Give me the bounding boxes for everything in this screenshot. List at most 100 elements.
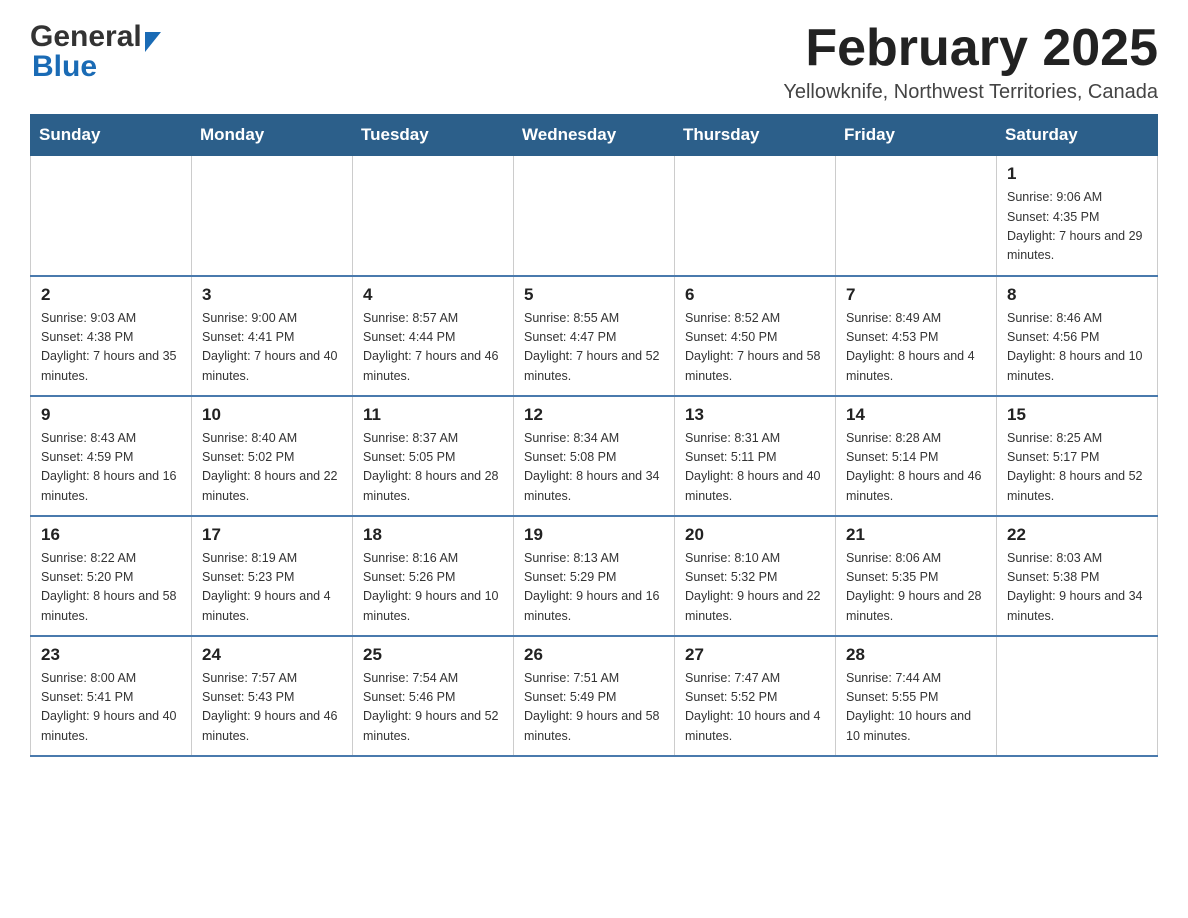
day-info: Sunrise: 8:57 AM Sunset: 4:44 PM Dayligh… xyxy=(363,309,503,387)
calendar-header-sunday: Sunday xyxy=(31,115,192,156)
calendar-cell: 9Sunrise: 8:43 AM Sunset: 4:59 PM Daylig… xyxy=(31,396,192,516)
title-section: February 2025 Yellowknife, Northwest Ter… xyxy=(783,20,1158,104)
logo-triangle-icon xyxy=(145,32,161,52)
calendar-header-monday: Monday xyxy=(192,115,353,156)
day-number: 1 xyxy=(1007,164,1147,184)
day-info: Sunrise: 8:49 AM Sunset: 4:53 PM Dayligh… xyxy=(846,309,986,387)
calendar-cell: 4Sunrise: 8:57 AM Sunset: 4:44 PM Daylig… xyxy=(353,276,514,396)
day-info: Sunrise: 8:13 AM Sunset: 5:29 PM Dayligh… xyxy=(524,549,664,627)
calendar-table: SundayMondayTuesdayWednesdayThursdayFrid… xyxy=(30,114,1158,757)
day-number: 12 xyxy=(524,405,664,425)
calendar-cell: 3 Sunrise: 9:00 AM Sunset: 4:41 PM Daylig… xyxy=(192,276,353,396)
day-info: Sunrise: 9:00 AM Sunset: 4:41 PM Dayligh… xyxy=(202,309,342,387)
calendar-cell xyxy=(675,156,836,276)
day-info: Sunrise: 8:03 AM Sunset: 5:38 PM Dayligh… xyxy=(1007,549,1147,627)
day-number: 3 xyxy=(202,285,342,305)
day-number: 15 xyxy=(1007,405,1147,425)
day-info: Sunrise: 8:00 AM Sunset: 5:41 PM Dayligh… xyxy=(41,669,181,747)
day-info: Sunrise: 7:54 AM Sunset: 5:46 PM Dayligh… xyxy=(363,669,503,747)
calendar-cell: 8 Sunrise: 8:46 AM Sunset: 4:56 PM Daylig… xyxy=(997,276,1158,396)
calendar-week-row: 16 Sunrise: 8:22 AM Sunset: 5:20 PM Dayli… xyxy=(31,516,1158,636)
calendar-cell: 11 Sunrise: 8:37 AM Sunset: 5:05 PM Dayli… xyxy=(353,396,514,516)
day-info: Sunrise: 8:28 AM Sunset: 5:14 PM Dayligh… xyxy=(846,429,986,507)
calendar-week-row: 23 Sunrise: 8:00 AM Sunset: 5:41 PM Dayli… xyxy=(31,636,1158,756)
calendar-header-wednesday: Wednesday xyxy=(514,115,675,156)
day-info: Sunrise: 8:43 AM Sunset: 4:59 PM Dayligh… xyxy=(41,429,181,507)
day-number: 20 xyxy=(685,525,825,545)
calendar-cell: 20 Sunrise: 8:10 AM Sunset: 5:32 PM Dayli… xyxy=(675,516,836,636)
calendar-cell xyxy=(836,156,997,276)
day-info: Sunrise: 8:16 AM Sunset: 5:26 PM Dayligh… xyxy=(363,549,503,627)
day-info: Sunrise: 8:46 AM Sunset: 4:56 PM Dayligh… xyxy=(1007,309,1147,387)
calendar-cell: 21 Sunrise: 8:06 AM Sunset: 5:35 PM Dayli… xyxy=(836,516,997,636)
calendar-cell: 13 Sunrise: 8:31 AM Sunset: 5:11 PM Dayli… xyxy=(675,396,836,516)
calendar-cell: 28Sunrise: 7:44 AM Sunset: 5:55 PM Dayli… xyxy=(836,636,997,756)
day-number: 13 xyxy=(685,405,825,425)
calendar-cell: 6 Sunrise: 8:52 AM Sunset: 4:50 PM Daylig… xyxy=(675,276,836,396)
calendar-cell: 24Sunrise: 7:57 AM Sunset: 5:43 PM Dayli… xyxy=(192,636,353,756)
calendar-cell: 22 Sunrise: 8:03 AM Sunset: 5:38 PM Dayli… xyxy=(997,516,1158,636)
day-info: Sunrise: 7:47 AM Sunset: 5:52 PM Dayligh… xyxy=(685,669,825,747)
calendar-header-friday: Friday xyxy=(836,115,997,156)
day-number: 21 xyxy=(846,525,986,545)
calendar-cell xyxy=(353,156,514,276)
day-info: Sunrise: 8:22 AM Sunset: 5:20 PM Dayligh… xyxy=(41,549,181,627)
day-number: 18 xyxy=(363,525,503,545)
day-number: 11 xyxy=(363,405,503,425)
calendar-cell xyxy=(31,156,192,276)
calendar-cell: 23 Sunrise: 8:00 AM Sunset: 5:41 PM Dayli… xyxy=(31,636,192,756)
calendar-cell: 5Sunrise: 8:55 AM Sunset: 4:47 PM Daylig… xyxy=(514,276,675,396)
day-info: Sunrise: 9:03 AM Sunset: 4:38 PM Dayligh… xyxy=(41,309,181,387)
logo: General Blue xyxy=(30,20,161,84)
day-number: 28 xyxy=(846,645,986,665)
calendar-cell: 15 Sunrise: 8:25 AM Sunset: 5:17 PM Dayli… xyxy=(997,396,1158,516)
calendar-cell xyxy=(192,156,353,276)
calendar-cell: 17 Sunrise: 8:19 AM Sunset: 5:23 PM Dayli… xyxy=(192,516,353,636)
day-number: 24 xyxy=(202,645,342,665)
calendar-header-thursday: Thursday xyxy=(675,115,836,156)
day-info: Sunrise: 8:37 AM Sunset: 5:05 PM Dayligh… xyxy=(363,429,503,507)
calendar-cell: 1 Sunrise: 9:06 AM Sunset: 4:35 PM Daylig… xyxy=(997,156,1158,276)
day-info: Sunrise: 8:06 AM Sunset: 5:35 PM Dayligh… xyxy=(846,549,986,627)
day-info: Sunrise: 8:10 AM Sunset: 5:32 PM Dayligh… xyxy=(685,549,825,627)
calendar-cell xyxy=(514,156,675,276)
day-info: Sunrise: 8:25 AM Sunset: 5:17 PM Dayligh… xyxy=(1007,429,1147,507)
day-number: 7 xyxy=(846,285,986,305)
calendar-cell: 2Sunrise: 9:03 AM Sunset: 4:38 PM Daylig… xyxy=(31,276,192,396)
calendar-cell: 19 Sunrise: 8:13 AM Sunset: 5:29 PM Dayli… xyxy=(514,516,675,636)
calendar-week-row: 2Sunrise: 9:03 AM Sunset: 4:38 PM Daylig… xyxy=(31,276,1158,396)
day-number: 5 xyxy=(524,285,664,305)
calendar-header-saturday: Saturday xyxy=(997,115,1158,156)
day-number: 25 xyxy=(363,645,503,665)
day-number: 10 xyxy=(202,405,342,425)
calendar-cell: 16 Sunrise: 8:22 AM Sunset: 5:20 PM Dayli… xyxy=(31,516,192,636)
calendar-cell: 27Sunrise: 7:47 AM Sunset: 5:52 PM Dayli… xyxy=(675,636,836,756)
day-info: Sunrise: 7:51 AM Sunset: 5:49 PM Dayligh… xyxy=(524,669,664,747)
calendar-header-tuesday: Tuesday xyxy=(353,115,514,156)
logo-general-text: General xyxy=(30,20,142,54)
day-info: Sunrise: 8:19 AM Sunset: 5:23 PM Dayligh… xyxy=(202,549,342,627)
calendar-header-row: SundayMondayTuesdayWednesdayThursdayFrid… xyxy=(31,115,1158,156)
day-number: 19 xyxy=(524,525,664,545)
calendar-cell: 10Sunrise: 8:40 AM Sunset: 5:02 PM Dayli… xyxy=(192,396,353,516)
calendar-cell: 18 Sunrise: 8:16 AM Sunset: 5:26 PM Dayli… xyxy=(353,516,514,636)
day-info: Sunrise: 9:06 AM Sunset: 4:35 PM Dayligh… xyxy=(1007,188,1147,266)
calendar-cell: 7 Sunrise: 8:49 AM Sunset: 4:53 PM Daylig… xyxy=(836,276,997,396)
calendar-cell: 14Sunrise: 8:28 AM Sunset: 5:14 PM Dayli… xyxy=(836,396,997,516)
calendar-week-row: 1 Sunrise: 9:06 AM Sunset: 4:35 PM Daylig… xyxy=(31,156,1158,276)
day-info: Sunrise: 8:34 AM Sunset: 5:08 PM Dayligh… xyxy=(524,429,664,507)
calendar-cell: 12 Sunrise: 8:34 AM Sunset: 5:08 PM Dayli… xyxy=(514,396,675,516)
day-number: 6 xyxy=(685,285,825,305)
calendar-cell: 26 Sunrise: 7:51 AM Sunset: 5:49 PM Dayli… xyxy=(514,636,675,756)
month-title: February 2025 xyxy=(783,20,1158,77)
location-title: Yellowknife, Northwest Territories, Cana… xyxy=(783,81,1158,104)
day-number: 17 xyxy=(202,525,342,545)
day-number: 26 xyxy=(524,645,664,665)
day-number: 23 xyxy=(41,645,181,665)
day-number: 22 xyxy=(1007,525,1147,545)
page-header: General Blue February 2025 Yellowknife, … xyxy=(30,20,1158,104)
day-info: Sunrise: 8:52 AM Sunset: 4:50 PM Dayligh… xyxy=(685,309,825,387)
day-number: 16 xyxy=(41,525,181,545)
day-info: Sunrise: 8:31 AM Sunset: 5:11 PM Dayligh… xyxy=(685,429,825,507)
day-number: 8 xyxy=(1007,285,1147,305)
